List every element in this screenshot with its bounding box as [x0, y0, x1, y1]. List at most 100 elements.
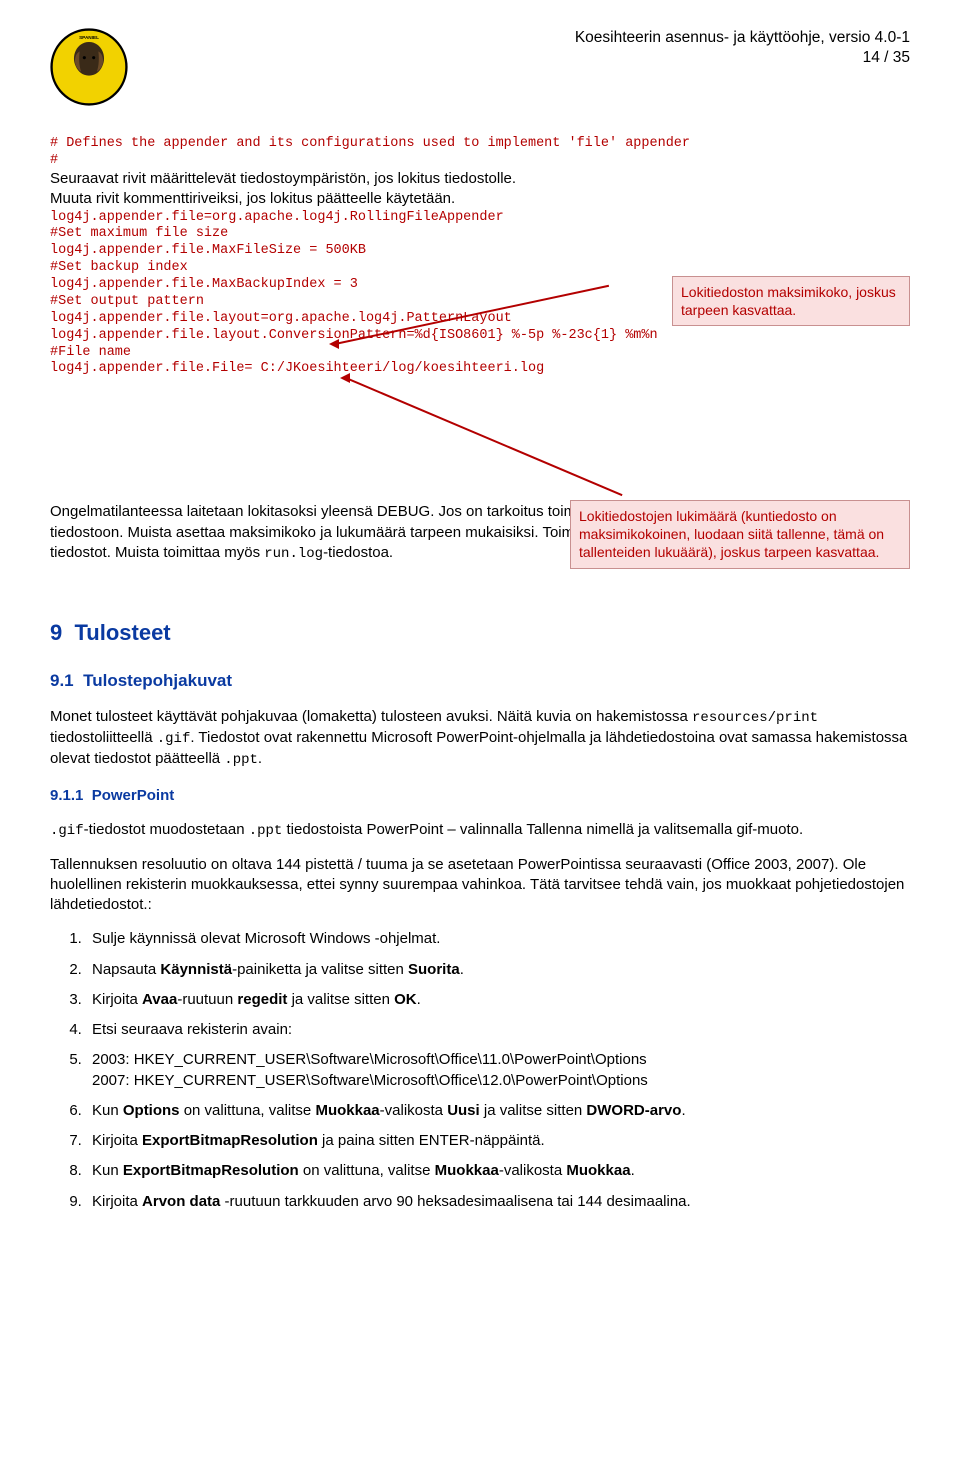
text: tiedostoliitteellä [50, 729, 157, 746]
subsection-number: 9.1 [50, 671, 74, 690]
text: -valikosta [499, 1162, 567, 1179]
list-item: Kirjoita Arvon data -ruutuun tarkkuuden … [86, 1192, 910, 1212]
text: . [681, 1102, 685, 1119]
bold: ExportBitmapResolution [123, 1162, 299, 1179]
text: . [258, 750, 262, 767]
text: -tiedostot muodostetaan [84, 821, 249, 838]
subsection-heading: 9.1 Tulostepohjakuvat [50, 670, 910, 693]
inline-code: .gif [157, 731, 191, 747]
text: 2007: HKEY_CURRENT_USER\Software\Microso… [92, 1072, 648, 1089]
code-line: log4j.appender.file.MaxBackupIndex = 3 [50, 277, 358, 292]
text: -valikosta [380, 1102, 448, 1119]
bold: Muokkaa [435, 1162, 499, 1179]
code-line: log4j.appender.file=org.apache.log4j.Rol… [50, 210, 504, 225]
text: Kirjoita [92, 1193, 142, 1210]
bold: Suorita [408, 961, 460, 978]
bold: Avaa [142, 991, 177, 1008]
code-line: #Set backup index [50, 260, 188, 275]
paragraph: .gif-tiedostot muodostetaan .ppt tiedost… [50, 820, 910, 841]
text: tiedostoista PowerPoint – valinnalla Tal… [282, 821, 803, 838]
code-section: # Defines the appender and its configura… [50, 136, 910, 488]
section-number: 9 [50, 620, 62, 645]
page-header: SPANIEL Koesihteerin asennus- ja käyttöo… [50, 28, 910, 106]
club-logo: SPANIEL [50, 28, 128, 106]
text: -tiedostoa. [323, 544, 393, 561]
code-line: #File name [50, 345, 131, 360]
text: on valittuna, valitse [180, 1102, 316, 1119]
code-line: log4j.appender.file.layout=org.apache.lo… [50, 311, 512, 326]
text: ja paina sitten ENTER-näppäintä. [318, 1132, 545, 1149]
code-note: Seuraavat rivit määrittelevät tiedostoym… [50, 170, 516, 187]
arrow-icon [343, 377, 346, 380]
text: 2003: HKEY_CURRENT_USER\Software\Microso… [92, 1051, 647, 1068]
list-item: Sulje käynnissä olevat Microsoft Windows… [86, 929, 910, 949]
inline-code: resources/print [692, 710, 818, 726]
bold: ExportBitmapResolution [142, 1132, 318, 1149]
text: Kirjoita [92, 991, 142, 1008]
code-line: #Set output pattern [50, 294, 204, 309]
bold: Muokkaa [566, 1162, 630, 1179]
code-line: # [50, 153, 58, 168]
text: ja valitse sitten [287, 991, 394, 1008]
section-title: Tulosteet [74, 620, 170, 645]
code-line: log4j.appender.file.File= C:/JKoesihteer… [50, 361, 544, 376]
text: -ruutuun [177, 991, 237, 1008]
text: Kun [92, 1162, 123, 1179]
callout-text: Lokitiedostojen lukimäärä (kuntiedosto o… [579, 508, 884, 560]
paragraph: Monet tulosteet käyttävät pohjakuvaa (lo… [50, 707, 910, 770]
callout-backupcount: Lokitiedostojen lukimäärä (kuntiedosto o… [570, 500, 910, 569]
subsub-title: PowerPoint [92, 787, 175, 804]
list-item: Napsauta Käynnistä-painiketta ja valitse… [86, 960, 910, 980]
bold: regedit [237, 991, 287, 1008]
list-item: Etsi seuraava rekisterin avain: [86, 1020, 910, 1040]
text: . [417, 991, 421, 1008]
list-item: Kirjoita Avaa-ruutuun regedit ja valitse… [86, 990, 910, 1010]
subsection-title: Tulostepohjakuvat [83, 671, 232, 690]
bold: Uusi [447, 1102, 480, 1119]
list-item: 2003: HKEY_CURRENT_USER\Software\Microso… [86, 1050, 910, 1091]
subsub-number: 9.1.1 [50, 787, 83, 804]
section-heading: 9 Tulosteet [50, 618, 910, 648]
text: Etsi seuraava rekisterin avain: [92, 1021, 292, 1038]
header-meta: Koesihteerin asennus- ja käyttöohje, ver… [575, 28, 910, 68]
bold: OK [394, 991, 417, 1008]
svg-text:SPANIEL: SPANIEL [79, 35, 99, 40]
code-line: # Defines the appender and its configura… [50, 136, 690, 151]
bold: Arvon data [142, 1193, 220, 1210]
text: tiedostot. Muista toimittaa myös [50, 544, 264, 561]
text: Monet tulosteet käyttävät pohjakuvaa (lo… [50, 708, 692, 725]
inline-code: run.log [264, 546, 323, 562]
steps-list: Sulje käynnissä olevat Microsoft Windows… [86, 929, 910, 1212]
page-number: 14 / 35 [575, 48, 910, 68]
text: Napsauta [92, 961, 160, 978]
callout-text: Lokitiedoston maksimikoko, joskus tarpee… [681, 284, 896, 318]
text: . [460, 961, 464, 978]
inline-code: .ppt [249, 823, 283, 839]
list-item: Kirjoita ExportBitmapResolution ja paina… [86, 1131, 910, 1151]
code-block: # Defines the appender and its configura… [50, 136, 910, 378]
list-item: Kun Options on valittuna, valitse Muokka… [86, 1101, 910, 1121]
arrow-icon [332, 343, 335, 346]
inline-code: .gif [50, 823, 84, 839]
text: ja valitse sitten [480, 1102, 587, 1119]
inline-code: .ppt [224, 752, 258, 768]
text: Kirjoita [92, 1132, 142, 1149]
text: -ruutuun tarkkuuden arvo 90 heksadesimaa… [220, 1193, 690, 1210]
text: on valittuna, valitse [299, 1162, 435, 1179]
code-line: log4j.appender.file.MaxFileSize = 500KB [50, 243, 366, 258]
paragraph: Tallennuksen resoluutio on oltava 144 pi… [50, 855, 910, 916]
text: Sulje käynnissä olevat Microsoft Windows… [92, 930, 440, 947]
bold: Käynnistä [160, 961, 232, 978]
text: Kun [92, 1102, 123, 1119]
list-item: Kun ExportBitmapResolution on valittuna,… [86, 1161, 910, 1181]
text: . [631, 1162, 635, 1179]
bold: DWORD-arvo [586, 1102, 681, 1119]
subsubsection-heading: 9.1.1 PowerPoint [50, 786, 910, 806]
code-line: #Set maximum file size [50, 226, 228, 241]
code-note: Muuta rivit kommenttiriveiksi, jos lokit… [50, 190, 455, 207]
text: -painiketta ja valitse sitten [232, 961, 408, 978]
doc-title: Koesihteerin asennus- ja käyttöohje, ver… [575, 28, 910, 48]
bold: Muokkaa [315, 1102, 379, 1119]
callout-maxsize: Lokitiedoston maksimikoko, joskus tarpee… [672, 276, 910, 326]
bold: Options [123, 1102, 180, 1119]
